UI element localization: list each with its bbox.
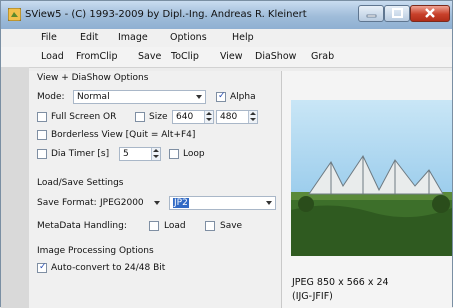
check-icon: ✓ <box>39 262 47 272</box>
preview-image <box>291 100 452 256</box>
loop-checkbox[interactable] <box>169 149 179 159</box>
alpha-label: Alpha <box>230 92 256 102</box>
app-icon <box>8 8 21 21</box>
meta-load-checkbox[interactable] <box>149 221 159 231</box>
left-strip <box>1 67 29 308</box>
command-toolbar: Load FromClip Save ToClip View DiaShow G… <box>1 47 452 68</box>
loop-label: Loop <box>183 149 205 159</box>
tb-grab[interactable]: Grab <box>311 51 334 62</box>
meta-save-checkbox[interactable] <box>205 221 215 231</box>
borderless-checkbox[interactable] <box>37 130 47 140</box>
check-icon: ✓ <box>218 91 226 101</box>
menu-help[interactable]: Help <box>232 32 254 43</box>
meta-load-label: Load <box>164 221 186 231</box>
title-bar[interactable]: SView5 - (C) 1993-2009 by Dipl.-Ing. And… <box>1 1 452 29</box>
tb-fromclip[interactable]: FromClip <box>76 51 117 62</box>
spin-arrows-icon[interactable] <box>151 148 160 160</box>
options-panel: View + DiaShow Options Mode: Normal ✓ Al… <box>29 71 282 308</box>
metadata-label: MetaData Handling: <box>37 221 127 231</box>
menu-options[interactable]: Options <box>170 32 207 43</box>
chevron-down-icon <box>154 201 160 205</box>
save-format-label: Save Format: <box>37 198 97 208</box>
size-label: Size <box>149 112 168 122</box>
chevron-down-icon <box>266 201 272 205</box>
borderless-label: Borderless View [Quit = Alt+F4] <box>51 130 196 140</box>
dia-timer-spinner[interactable]: 5 <box>119 147 161 161</box>
tb-diashow[interactable]: DiaShow <box>255 51 296 62</box>
mode-combo[interactable]: Normal <box>73 90 206 104</box>
auto-convert-label: Auto-convert to 24/48 Bit <box>51 263 166 273</box>
menu-bar: File Edit Image Options Help <box>1 29 452 47</box>
size-height-value: 480 <box>220 112 238 122</box>
minimize-icon <box>366 14 377 18</box>
maximize-button[interactable] <box>384 5 410 22</box>
size-width-value: 640 <box>176 112 194 122</box>
minimize-button[interactable] <box>358 5 384 22</box>
fullscreen-checkbox[interactable] <box>37 112 47 122</box>
preview-info-line2: (IJG-JFIF) <box>292 291 333 302</box>
save-format-value: JPEG2000 <box>100 198 144 208</box>
auto-convert-checkbox[interactable]: ✓ <box>37 262 47 273</box>
menu-image[interactable]: Image <box>118 32 148 43</box>
menu-file[interactable]: File <box>41 32 57 43</box>
chevron-down-icon <box>196 95 202 99</box>
mode-value: Normal <box>77 92 110 102</box>
dia-timer-label: Dia Timer [s] <box>51 149 110 159</box>
size-width-spinner[interactable]: 640 <box>172 110 214 124</box>
mode-label: Mode: <box>37 92 65 102</box>
size-checkbox[interactable] <box>135 112 145 122</box>
tb-view[interactable]: View <box>220 51 243 62</box>
window-title: SView5 - (C) 1993-2009 by Dipl.-Ing. And… <box>25 9 307 20</box>
menu-edit[interactable]: Edit <box>80 32 98 43</box>
app-window: SView5 - (C) 1993-2009 by Dipl.-Ing. And… <box>0 0 453 308</box>
spin-arrows-icon[interactable] <box>248 111 257 123</box>
preview-info-line1: JPEG 850 x 566 x 24 <box>292 277 389 288</box>
meta-save-label: Save <box>220 221 243 231</box>
tb-toclip[interactable]: ToClip <box>171 51 199 62</box>
maximize-icon <box>392 8 403 18</box>
load-save-group-title: Load/Save Settings <box>37 178 124 188</box>
alpha-checkbox[interactable]: ✓ <box>216 91 226 102</box>
dia-timer-value: 5 <box>123 149 129 159</box>
view-group-title: View + DiaShow Options <box>37 73 149 83</box>
dia-timer-checkbox[interactable] <box>37 149 47 159</box>
tb-load[interactable]: Load <box>41 51 64 62</box>
save-format-combo[interactable]: JPEG2000 <box>96 196 164 210</box>
fullscreen-label: Full Screen OR <box>51 112 117 122</box>
size-height-spinner[interactable]: 480 <box>216 110 258 124</box>
tb-save[interactable]: Save <box>138 51 161 62</box>
close-button[interactable] <box>410 5 450 22</box>
save-ext-value: JP2 <box>173 198 189 208</box>
spin-arrows-icon[interactable] <box>204 111 213 123</box>
save-ext-combo[interactable]: JP2 <box>169 196 276 210</box>
image-group-title: Image Processing Options <box>37 246 154 256</box>
close-icon <box>425 8 435 18</box>
